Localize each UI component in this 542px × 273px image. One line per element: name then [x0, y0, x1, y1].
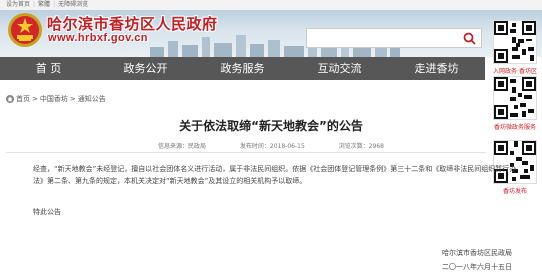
qr-label-3: 香坊发布: [502, 188, 527, 195]
article-source: 信息来源：民政局: [157, 143, 206, 150]
separator: |: [53, 1, 56, 8]
qr-label-1: 入网政务·香坊区: [493, 68, 537, 75]
nav-item-home[interactable]: 首 页: [0, 57, 97, 80]
emblem-icon: [8, 13, 42, 47]
header-banner: 哈尔滨市香坊区人民政府 www.hrbxf.gov.cn: [0, 10, 542, 57]
breadcrumb-separator: >: [69, 95, 76, 103]
search-icon[interactable]: [463, 32, 476, 45]
qr-code-image[interactable]: [493, 76, 537, 120]
nav-item-about-xiangfang[interactable]: 走进香坊: [388, 57, 485, 80]
nav-item-gov-affairs-open[interactable]: 政务公开: [97, 57, 194, 80]
divider: [6, 152, 486, 153]
set-homepage-link[interactable]: 设为首页: [6, 0, 30, 10]
main-nav: 首 页 政务公开 政务服务 互动交流 走进香坊: [0, 57, 485, 80]
search-box: [306, 28, 482, 48]
article-meta: 信息来源：民政局 发布时间：2018-06-15 浏览次数：2968: [0, 141, 542, 150]
separator: |: [33, 1, 36, 8]
breadcrumb-notices[interactable]: 通知公告: [78, 94, 106, 104]
breadcrumb: 首页 > 中国香坊 > 通知公告: [6, 94, 106, 104]
article-views: 浏览次数：2968: [338, 143, 384, 150]
article-date: 发布时间：2018-06-15: [239, 143, 305, 150]
article-title: 关于依法取缔“新天地教会”的公告: [179, 119, 363, 133]
accessibility-link[interactable]: 无障碍浏览: [58, 0, 88, 10]
signature-org: 哈尔滨市香坊区民政局: [442, 249, 512, 257]
article-closing: 特此公告: [33, 208, 61, 216]
search-input[interactable]: [307, 29, 457, 47]
breadcrumb-home[interactable]: 首页: [16, 94, 30, 104]
top-utility-bar: 设为首页 | 繁體 | 无障碍浏览: [0, 0, 542, 10]
qr-code-image[interactable]: [493, 20, 537, 64]
article-body-text: 经查，“新天地教会”未经登记，擅自以社会团体名义进行活动，属于非法民间组织。依据…: [33, 165, 517, 185]
site-title: 哈尔滨市香坊区人民政府: [47, 15, 218, 33]
breadcrumb-china-xiangfang[interactable]: 中国香坊: [40, 94, 68, 104]
nav-item-interaction[interactable]: 互动交流: [291, 57, 388, 80]
traditional-chinese-link[interactable]: 繁體: [38, 0, 50, 10]
home-icon: [6, 95, 14, 103]
breadcrumb-separator: >: [32, 95, 38, 103]
site-url: www.hrbxf.gov.cn: [48, 32, 148, 44]
article-body: 经查，“新天地教会”未经登记，擅自以社会团体名义进行活动，属于非法民间组织。依据…: [24, 163, 524, 187]
nav-item-gov-services[interactable]: 政务服务: [194, 57, 291, 80]
signature-date: 二〇一八年六月十五日: [442, 263, 512, 271]
